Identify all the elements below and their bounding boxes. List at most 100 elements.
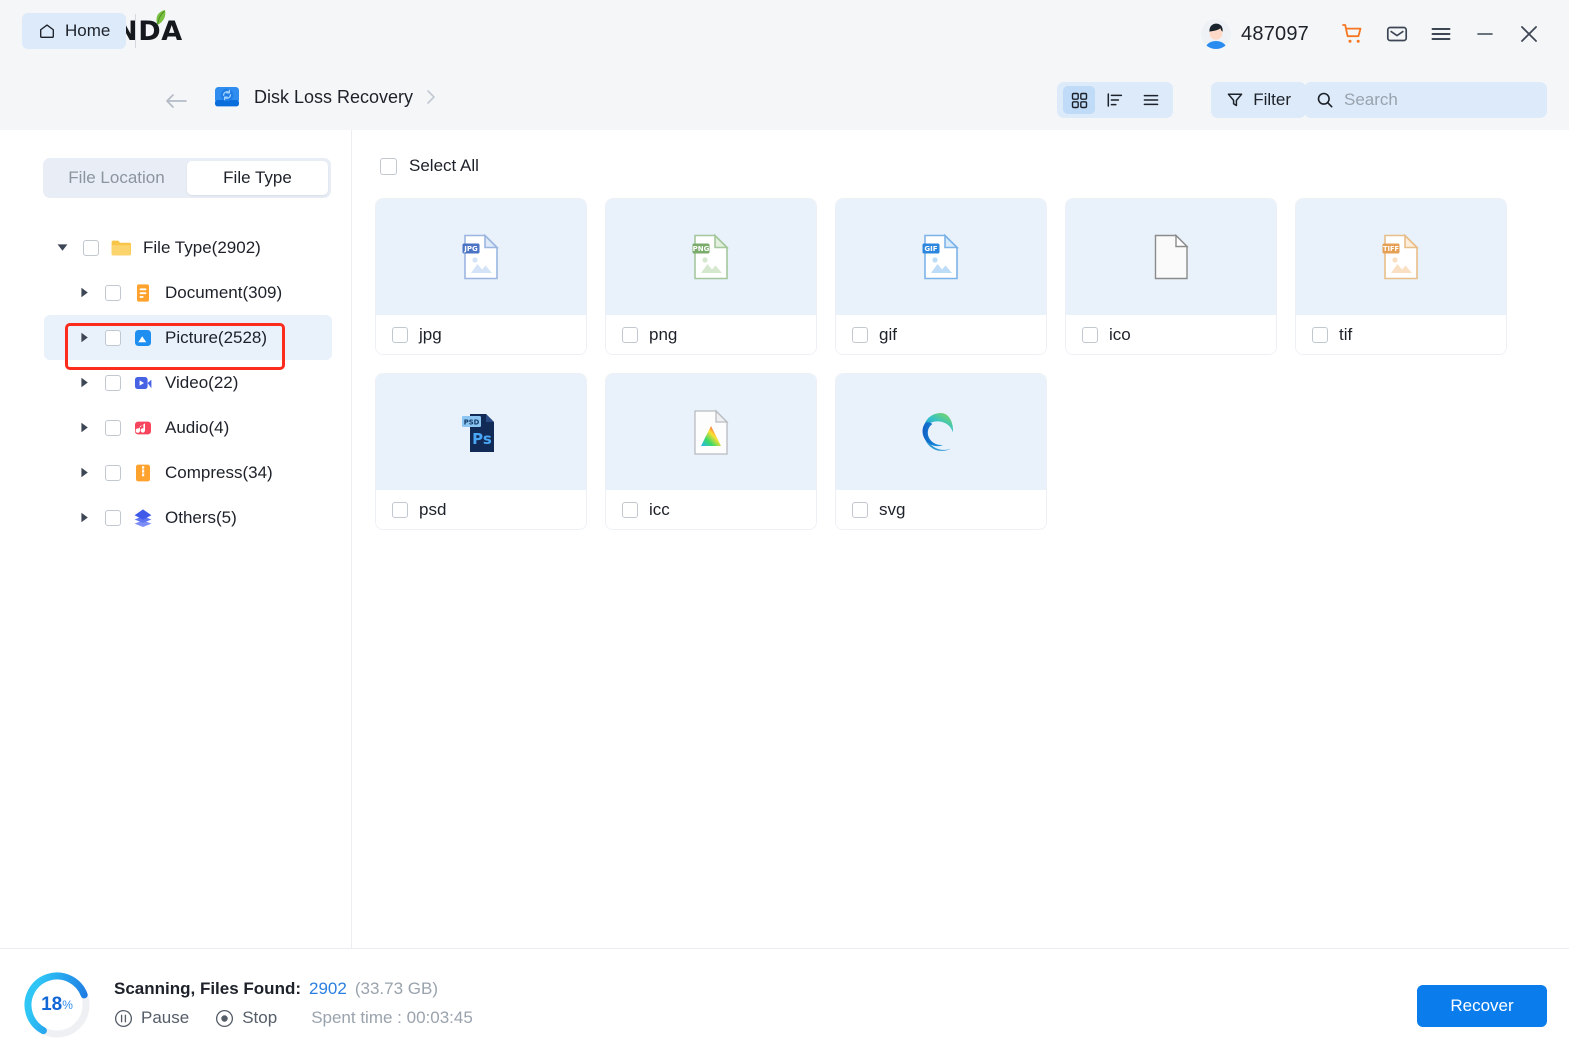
tree-checkbox[interactable] <box>105 284 121 301</box>
tree-item-label: Document(309) <box>165 282 283 302</box>
tree-checkbox[interactable] <box>83 239 99 256</box>
expand-caret-right-icon[interactable] <box>74 287 94 298</box>
tree-item-label: Video(22) <box>165 372 239 392</box>
card-thumbnail: GIF <box>836 199 1046 315</box>
tree-item-audio[interactable]: Audio(4) <box>0 405 352 450</box>
arrow-left-icon <box>166 94 187 108</box>
user-account[interactable]: 487097 <box>1201 19 1309 49</box>
card-label: gif <box>879 324 897 344</box>
expand-caret-right-icon[interactable] <box>74 422 94 433</box>
filter-label: Filter <box>1253 90 1291 109</box>
breadcrumb-label: Disk Loss Recovery <box>254 86 414 107</box>
mail-icon[interactable] <box>1375 12 1419 56</box>
progress-value: 18 <box>41 994 63 1015</box>
minimize-icon[interactable] <box>1463 12 1507 56</box>
file-type-card-icc[interactable]: icc <box>605 373 817 530</box>
expand-caret-right-icon[interactable] <box>74 332 94 343</box>
card-thumbnail: JPG <box>376 199 586 315</box>
list-view-button[interactable] <box>1135 86 1167 114</box>
card-footer: png <box>606 315 816 354</box>
card-checkbox[interactable] <box>1312 326 1328 343</box>
sidebar: File Location File Type File Type(2902) <box>0 130 352 948</box>
card-checkbox[interactable] <box>1082 326 1098 343</box>
png-file-icon: PNG <box>692 233 729 280</box>
card-checkbox[interactable] <box>852 501 868 518</box>
card-footer: psd <box>376 490 586 529</box>
search-input[interactable] <box>1344 90 1529 110</box>
svg-text:TIFF: TIFF <box>1383 245 1399 253</box>
tree-item-document[interactable]: Document(309) <box>0 270 352 315</box>
tab-file-type[interactable]: File Type <box>187 161 328 195</box>
stop-button[interactable]: Stop <box>215 1008 277 1028</box>
card-checkbox[interactable] <box>852 326 868 343</box>
card-checkbox[interactable] <box>392 501 408 518</box>
card-thumbnail <box>836 374 1046 490</box>
file-type-card-gif[interactable]: GIF gif <box>835 198 1047 355</box>
card-checkbox[interactable] <box>392 326 408 343</box>
tree-item-others[interactable]: Others(5) <box>0 495 352 540</box>
progress-label: 18% <box>22 970 92 1040</box>
grid-view-button[interactable] <box>1063 86 1095 114</box>
tree-checkbox[interactable] <box>105 374 121 391</box>
pause-icon <box>114 1009 133 1027</box>
pause-button[interactable]: Pause <box>114 1008 189 1028</box>
others-icon <box>134 508 152 527</box>
tree-checkbox[interactable] <box>105 329 121 346</box>
card-label: ico <box>1109 324 1131 344</box>
select-all-checkbox[interactable]: Select All <box>380 156 479 176</box>
tree-item-picture[interactable]: Picture(2528) <box>0 315 352 370</box>
tree-checkbox[interactable] <box>105 509 121 526</box>
recover-button[interactable]: Recover <box>1417 985 1547 1027</box>
file-type-card-psd[interactable]: PSD Ps psd <box>375 373 587 530</box>
document-icon <box>137 283 149 302</box>
search-icon <box>1317 92 1333 108</box>
expand-caret-right-icon[interactable] <box>74 512 94 523</box>
files-found-size: (33.73 GB) <box>354 979 438 998</box>
back-button[interactable] <box>160 85 192 117</box>
filter-button[interactable]: Filter <box>1211 82 1306 118</box>
expand-caret-down-icon[interactable] <box>52 243 72 252</box>
psd-file-icon: PSD Ps <box>462 414 494 452</box>
sort-view-button[interactable] <box>1099 86 1131 114</box>
card-thumbnail <box>606 374 816 490</box>
search-box[interactable] <box>1304 82 1547 118</box>
disk-icon <box>215 87 239 107</box>
filter-icon <box>1227 93 1243 107</box>
panda-recovery-window: PANDA 487097 Home Disk Loss Recovery Fil… <box>0 0 1569 1060</box>
grid-icon <box>1071 92 1087 108</box>
scan-controls-row: Pause Stop Spent time : 00:03:45 <box>114 1008 473 1028</box>
tree-item-compress[interactable]: Compress(34) <box>0 450 352 495</box>
tree-item-file-type[interactable]: File Type(2902) <box>0 225 352 270</box>
tree-item-video[interactable]: Video(22) <box>0 360 352 405</box>
home-button[interactable]: Home <box>22 13 127 49</box>
blank-file-icon <box>1154 234 1189 280</box>
file-type-card-jpg[interactable]: JPG jpg <box>375 198 587 355</box>
gif-file-icon: GIF <box>922 233 959 280</box>
stop-label: Stop <box>242 1008 278 1027</box>
card-checkbox[interactable] <box>622 501 638 518</box>
user-id-label: 487097 <box>1241 22 1309 45</box>
tree-checkbox[interactable] <box>105 464 121 481</box>
card-thumbnail: TIFF <box>1296 199 1506 315</box>
tree-item-label: Picture(2528) <box>165 327 268 347</box>
file-type-card-png[interactable]: PNG png <box>605 198 817 355</box>
expand-caret-right-icon[interactable] <box>74 377 94 388</box>
card-label: png <box>649 324 678 344</box>
cart-icon[interactable] <box>1331 12 1375 56</box>
file-type-card-tif[interactable]: TIFF tif <box>1295 198 1507 355</box>
card-checkbox[interactable] <box>622 326 638 343</box>
tree-checkbox[interactable] <box>105 419 121 436</box>
nav-divider <box>135 14 136 48</box>
edge-browser-icon <box>922 413 953 451</box>
expand-caret-right-icon[interactable] <box>74 467 94 478</box>
svg-text:Ps: Ps <box>472 430 492 448</box>
file-type-card-ico[interactable]: ico <box>1065 198 1277 355</box>
tab-file-location[interactable]: File Location <box>46 161 187 195</box>
file-type-card-svg[interactable]: svg <box>835 373 1047 530</box>
file-type-grid: JPG jpg PNG png GIF gif ico TIFF tif PSD… <box>375 198 1535 530</box>
view-mode-group <box>1057 82 1173 118</box>
menu-icon[interactable] <box>1419 12 1463 56</box>
close-icon[interactable] <box>1507 12 1551 56</box>
card-thumbnail: PNG <box>606 199 816 315</box>
audio-icon <box>135 421 151 434</box>
